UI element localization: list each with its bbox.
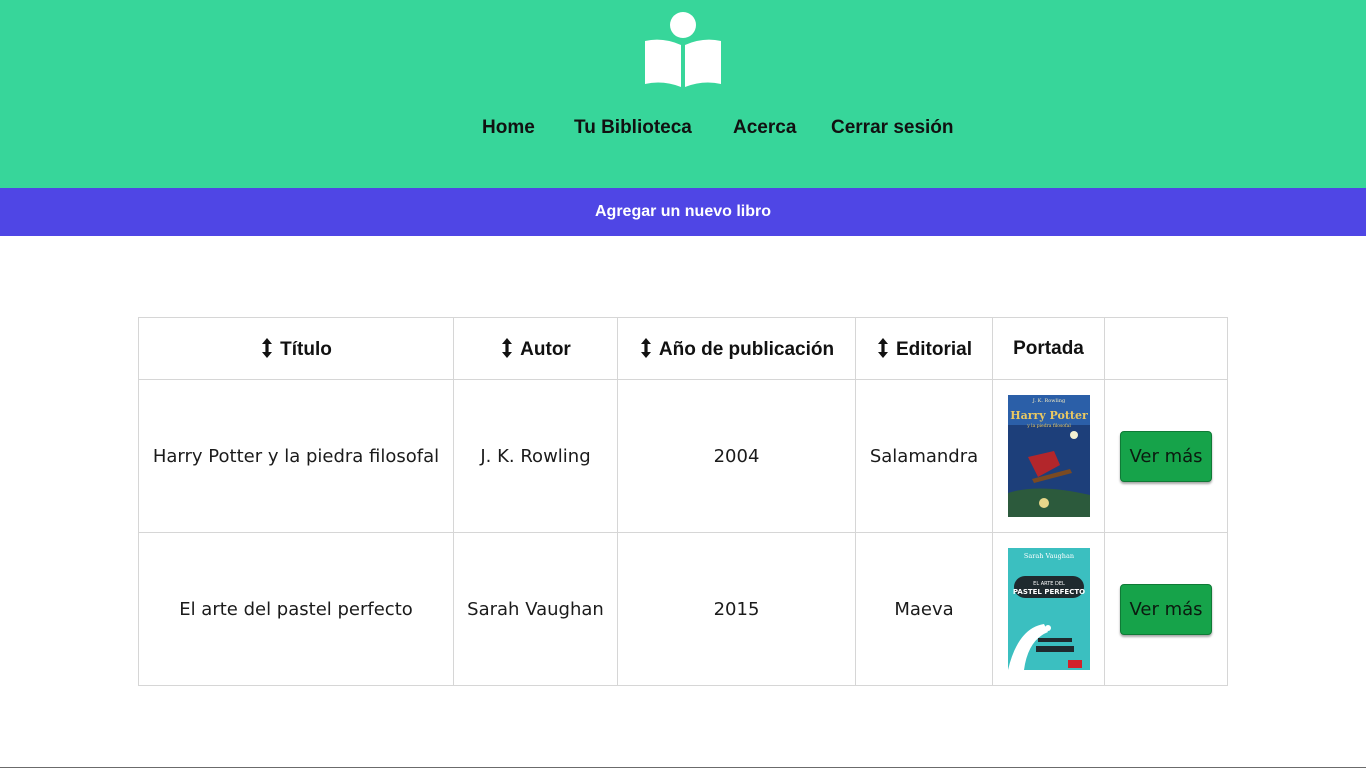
col-header-editorial[interactable]: Editorial <box>855 317 993 380</box>
ver-mas-button[interactable]: Ver más <box>1120 583 1212 635</box>
up-down-arrow-icon <box>877 337 888 358</box>
cell-titulo: Harry Potter y la piedra filosofal <box>138 379 454 533</box>
book-cover-image: J. K. Rowling Harry Potter y la piedra f… <box>1007 395 1090 517</box>
cell-anio: 2004 <box>617 379 856 533</box>
page: Home Tu Biblioteca Acerca Cerrar sesión … <box>0 0 1366 768</box>
cover-author-text: Sarah Vaughan <box>1023 552 1073 560</box>
up-down-arrow-icon <box>502 337 513 358</box>
cell-portada: Sarah Vaughan EL ARTE DEL PASTEL PERFECT… <box>992 532 1105 686</box>
col-header-label: Año de publicación <box>658 338 835 360</box>
add-book-button[interactable]: Agregar un nuevo libro <box>0 188 1366 236</box>
cover-subtitle-text: y la piedra filosofal <box>1026 423 1071 429</box>
nav-library-link[interactable]: Tu Biblioteca <box>574 116 692 140</box>
open-book-reader-icon[interactable] <box>643 10 723 88</box>
col-header-label: Título <box>280 338 332 360</box>
up-down-arrow-icon <box>640 337 651 358</box>
cover-title-text: Harry Potter <box>1010 409 1088 422</box>
main-nav: Home Tu Biblioteca Acerca Cerrar sesión <box>0 116 1366 140</box>
cell-editorial: Salamandra <box>855 379 993 533</box>
ver-mas-button[interactable]: Ver más <box>1120 430 1212 482</box>
col-header-label: Editorial <box>895 338 972 360</box>
cover-author-text: J. K. Rowling <box>1031 398 1065 404</box>
col-header-anio[interactable]: Año de publicación <box>617 317 856 380</box>
table-row: Harry Potter y la piedra filosofal J. K.… <box>138 379 1228 533</box>
cell-portada: J. K. Rowling Harry Potter y la piedra f… <box>992 379 1105 533</box>
cell-autor: Sarah Vaughan <box>453 532 618 686</box>
nav-home-link[interactable]: Home <box>482 116 535 140</box>
site-header: Home Tu Biblioteca Acerca Cerrar sesión <box>0 0 1366 188</box>
col-header-titulo[interactable]: Título <box>138 317 454 380</box>
nav-about-link[interactable]: Acerca <box>733 116 796 140</box>
cell-editorial: Maeva <box>855 532 993 686</box>
table-row: El arte del pastel perfecto Sarah Vaugha… <box>138 532 1228 686</box>
col-header-autor[interactable]: Autor <box>453 317 618 380</box>
col-header-label: Autor <box>520 338 571 360</box>
cell-autor: J. K. Rowling <box>453 379 618 533</box>
book-cover-image: Sarah Vaughan EL ARTE DEL PASTEL PERFECT… <box>1007 548 1090 670</box>
col-header-actions <box>1104 317 1228 380</box>
cell-actions: Ver más <box>1104 532 1228 686</box>
books-table: Título Autor Año de publicación Editoria… <box>138 317 1228 686</box>
cell-anio: 2015 <box>617 532 856 686</box>
table-header-row: Título Autor Año de publicación Editoria… <box>138 317 1228 380</box>
up-down-arrow-icon <box>262 337 273 358</box>
col-header-portada: Portada <box>992 317 1105 380</box>
nav-logout-link[interactable]: Cerrar sesión <box>831 116 954 140</box>
cover-title-text: EL ARTE DEL <box>1033 581 1065 587</box>
cell-actions: Ver más <box>1104 379 1228 533</box>
cover-subtitle-text: PASTEL PERFECTO <box>1012 588 1084 596</box>
cell-titulo: El arte del pastel perfecto <box>138 532 454 686</box>
